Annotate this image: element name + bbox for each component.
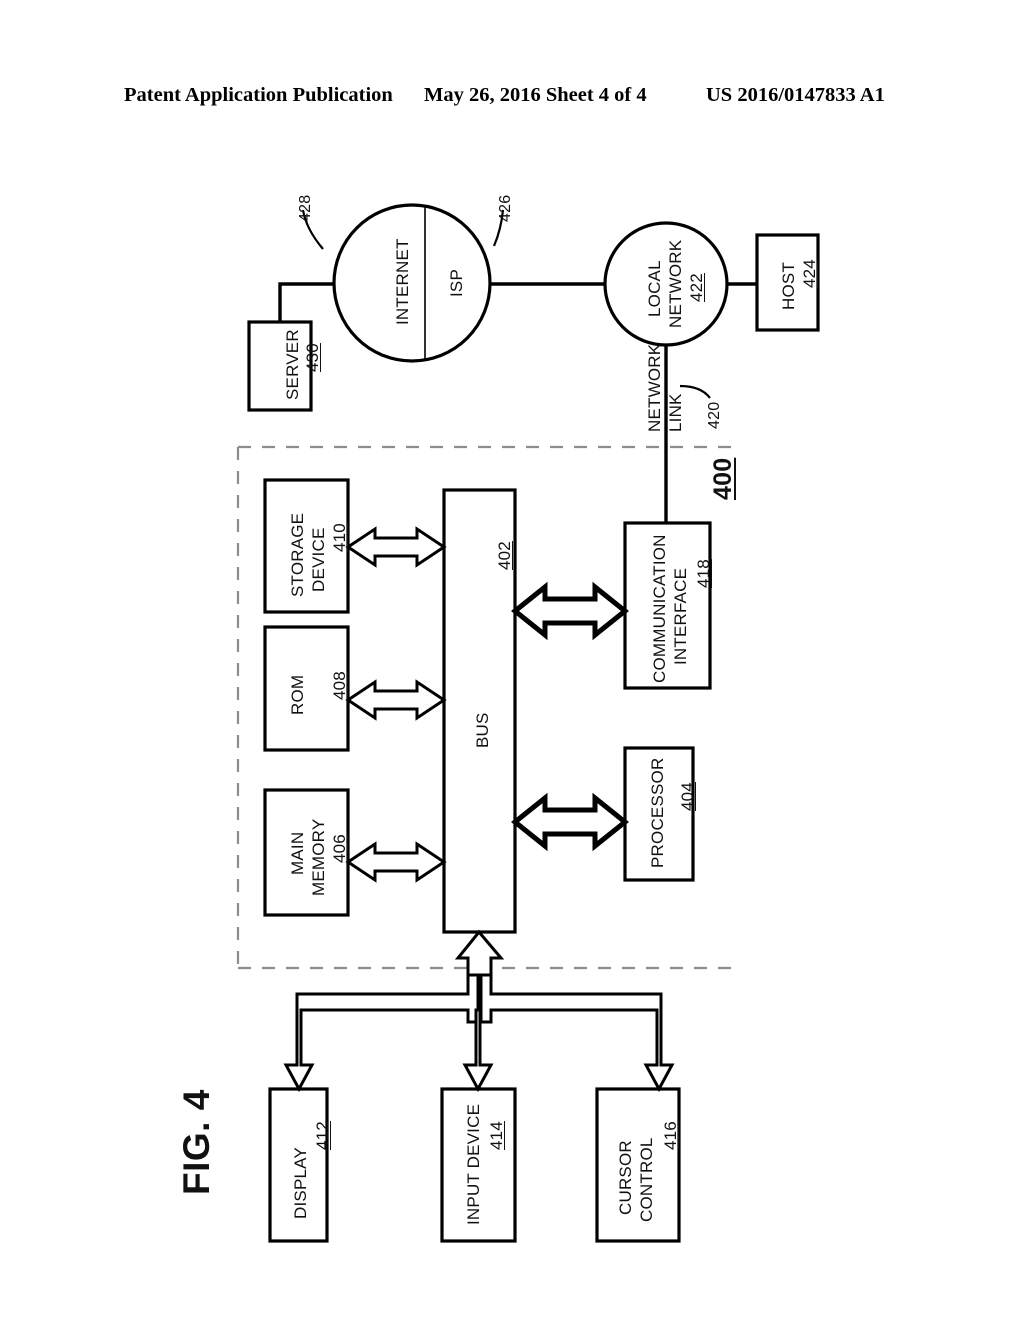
internet-isp-circle <box>332 203 492 363</box>
patent-figure-4: .bx { fill:#ffffff; stroke:#000000; stro… <box>0 0 1024 1320</box>
main-memory-box <box>263 788 350 917</box>
display-box <box>268 1087 329 1243</box>
processor-box <box>623 746 695 882</box>
bus-box <box>442 488 517 934</box>
arrow-storage-bus <box>345 526 447 568</box>
arrow-bus-communication-interface <box>510 581 630 641</box>
storage-device-box <box>263 478 350 614</box>
arrow-bus-processor <box>510 792 630 852</box>
host-box <box>755 233 820 332</box>
local-network-circle <box>603 221 729 347</box>
arrow-bus-cursor-control <box>479 973 675 1093</box>
rom-box <box>263 625 350 752</box>
leader-428 <box>301 209 324 250</box>
arrow-rom-bus <box>345 679 447 721</box>
cursor-control-box <box>595 1087 681 1243</box>
arrow-main-memory-bus <box>345 841 447 883</box>
leader-420 <box>679 384 711 399</box>
figure-line-art: .bx { fill:#ffffff; stroke:#000000; stro… <box>236 203 820 1243</box>
arrow-bus-display <box>283 973 480 1093</box>
communication-interface-box <box>623 521 712 690</box>
leader-426 <box>492 209 505 247</box>
server-box <box>247 320 313 412</box>
input-device-box <box>440 1087 517 1243</box>
